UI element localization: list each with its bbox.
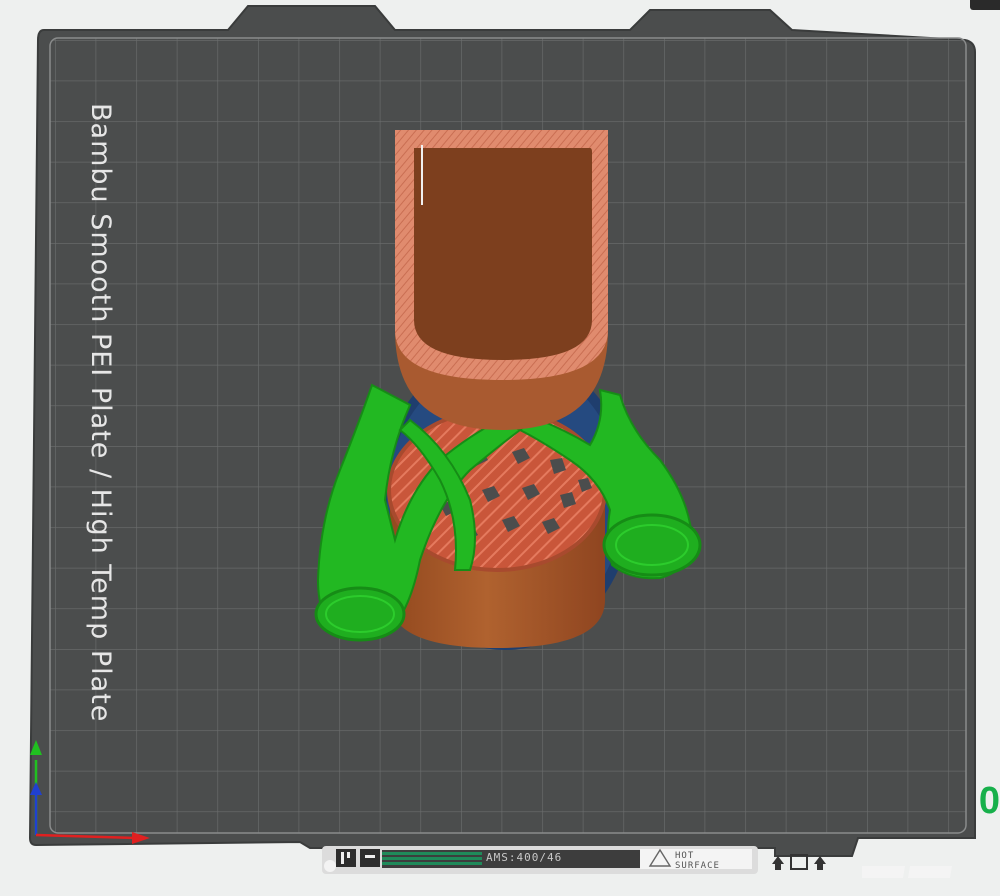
build-plate-viewport[interactable] [0,0,1000,896]
plate-type-label: Bambu Smooth PEI Plate / High Temp Plate [85,103,116,723]
corner-menu-button[interactable] [970,0,1000,10]
hot-surface-line2: SURFACE [675,861,720,871]
hot-surface-line1: HOT [675,851,695,861]
model-top-cavity [414,148,592,360]
plate-tool-icon[interactable] [772,854,826,870]
plate-settings-button[interactable] [862,866,952,878]
plate-bar-text: AMS:400/46 [486,851,563,864]
hot-surface-label: HOT SURFACE [675,851,745,871]
layer-indicator: 0 [978,780,1000,822]
